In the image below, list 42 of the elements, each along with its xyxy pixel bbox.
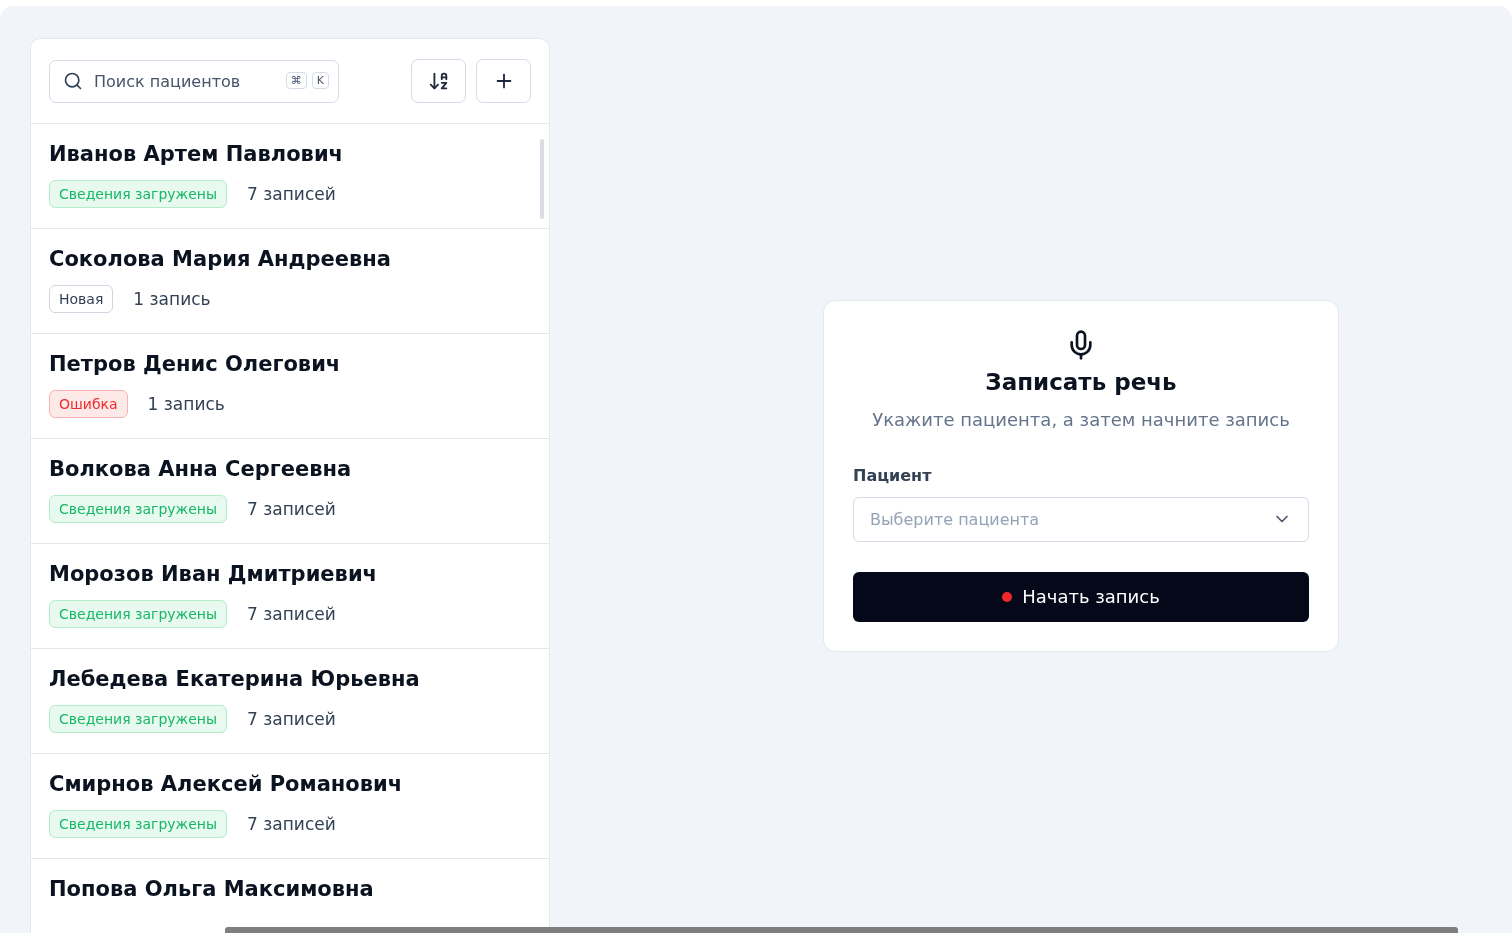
patient-row[interactable]: Соколова Мария Андреевна Новая 1 запись xyxy=(31,229,549,334)
add-button[interactable] xyxy=(476,59,531,103)
status-tag: Сведения загружены xyxy=(49,810,228,838)
scrollbar-thumb[interactable] xyxy=(225,927,1458,933)
patient-name: Попова Ольга Максимовна xyxy=(49,877,375,901)
patient-row[interactable]: Петров Денис Олегович Ошибка 1 запись xyxy=(31,334,549,439)
patient-row[interactable]: Волкова Анна Сергеевна Сведения загружены 7 записей xyxy=(31,439,549,544)
record-count: 7 записей xyxy=(247,814,336,834)
record-dot-icon xyxy=(1002,591,1013,602)
record-count: 7 записей xyxy=(247,184,336,204)
card-subtitle: Укажите пациента, а затем начните запись xyxy=(872,408,1290,430)
patient-name: Волкова Анна Сергеевна xyxy=(49,457,353,481)
patient-name: Лебедева Екатерина Юрьевна xyxy=(49,667,421,691)
record-count: 1 запись xyxy=(147,394,225,414)
status-tag: Сведения загружены xyxy=(49,180,228,208)
status-tag: Сведения загружены xyxy=(49,495,228,523)
patient-row[interactable]: Смирнов Алексей Романович Сведения загружены 7 записей xyxy=(31,754,549,859)
shortcut-key: ⌘ xyxy=(285,71,307,89)
status-tag: Сведения загружены xyxy=(49,600,228,628)
sort-button[interactable] xyxy=(411,59,466,103)
record-count: 7 записей xyxy=(247,604,336,624)
status-tag: Сведения загружены xyxy=(49,705,228,733)
patient-row[interactable]: Лебедева Екатерина Юрьевна Сведения загружены 7 записей xyxy=(31,649,549,754)
patient-row[interactable]: Иванов Артем Павлович Сведения загружены 7 записей xyxy=(31,124,549,229)
start-recording-button[interactable]: Начать запись xyxy=(853,571,1309,622)
patient-name: Петров Денис Олегович xyxy=(49,352,342,376)
field-label: Пациент xyxy=(853,465,932,485)
patient-name: Смирнов Алексей Романович xyxy=(49,772,404,796)
search-icon xyxy=(63,70,83,91)
card-title: Записать речь xyxy=(985,368,1177,395)
record-count: 7 записей xyxy=(247,499,336,519)
patient-row[interactable]: Морозов Иван Дмитриевич Сведения загружены 7 записей xyxy=(31,544,549,649)
record-count: 1 запись xyxy=(133,289,211,309)
scrollbar-thumb[interactable] xyxy=(540,139,544,219)
patient-name: Морозов Иван Дмитриевич xyxy=(49,562,379,586)
shortcut-key: K xyxy=(311,71,329,89)
patient-name: Иванов Артем Павлович xyxy=(49,142,344,166)
status-tag: Новая xyxy=(49,285,114,313)
status-tag: Ошибка xyxy=(49,390,128,418)
record-count: 7 записей xyxy=(247,709,336,729)
sort-icon xyxy=(427,70,450,92)
patient-name: Соколова Мария Андреевна xyxy=(49,247,392,271)
